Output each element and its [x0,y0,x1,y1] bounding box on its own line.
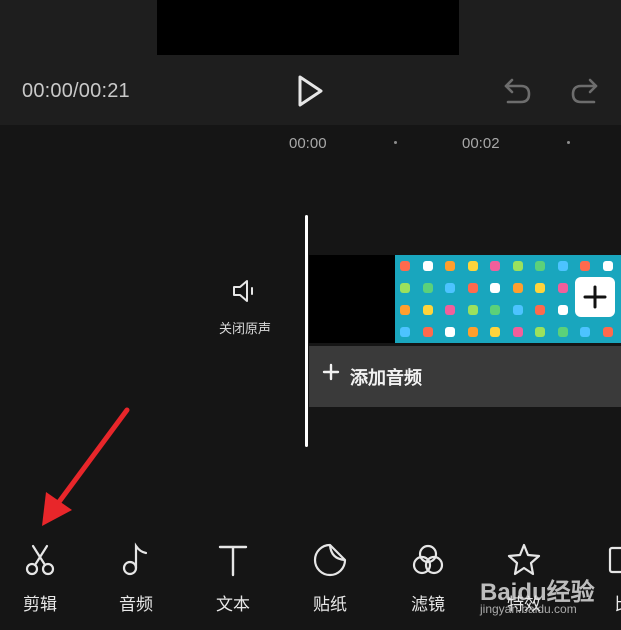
app-icon [580,327,590,337]
app-icon [535,305,545,315]
undo-button[interactable] [500,74,534,108]
redo-button[interactable] [568,74,602,108]
plus-icon [583,285,607,309]
app-icon [400,261,410,271]
tool-sticker[interactable]: 贴纸 [290,542,370,620]
app-icon [400,327,410,337]
app-icon [490,283,500,293]
app-icon [535,283,545,293]
app-icon [467,283,478,293]
add-audio-button[interactable]: 添加音频 [309,346,621,407]
app-icon [422,327,433,337]
add-audio-label: 添加音频 [350,368,422,389]
app-icon [422,305,433,315]
scissors-icon [25,544,55,576]
video-preview[interactable] [157,0,459,55]
app-icon [557,283,568,293]
app-icon [512,261,523,271]
text-icon [218,545,248,577]
app-icon [557,261,568,271]
app-icon [422,283,433,293]
app-icon [512,283,523,293]
app-icon [400,305,410,315]
mute-label: 关闭原声 [218,322,271,337]
tool-label: 贴纸 [313,595,347,615]
app-icon [535,327,545,337]
play-button[interactable] [290,72,330,110]
ruler-label: 00:00 [289,135,327,152]
ruler-label: 00:02 [462,135,500,152]
playhead[interactable] [305,215,308,447]
play-icon [298,75,323,107]
undo-icon [504,78,531,104]
plus-icon [322,363,340,381]
app-icon [512,327,523,337]
tool-label: 滤镜 [411,595,445,615]
app-icon [400,283,410,293]
app-icon [602,261,613,271]
app-icon [602,327,613,337]
mute-original-button[interactable]: 关闭原声 [212,270,278,340]
tool-edit[interactable]: 剪辑 [0,542,80,620]
app-icon [490,305,500,315]
tool-label: 剪辑 [23,595,57,615]
ruler-tick [567,141,570,144]
app-icon [490,327,500,337]
tool-label: 文本 [216,595,250,615]
app-icon [490,261,500,271]
app-icon [557,327,568,337]
app-icon [445,305,455,315]
preview-area: 00:00/00:21 [0,0,621,125]
app-icon [445,283,455,293]
tool-audio[interactable]: 音频 [96,542,176,620]
app-icon [557,305,568,315]
app-icon [445,327,455,337]
redo-icon [571,78,598,104]
red-arrow-annotation [42,407,130,526]
time-display: 00:00/00:21 [22,80,130,102]
tool-label: 音频 [119,595,153,615]
tool-filter[interactable]: 滤镜 [388,542,468,620]
app-icon [467,327,478,337]
app-icon [535,261,545,271]
app-icon [512,305,523,315]
app-icon [422,261,433,271]
filter-icon [412,544,444,575]
app-icon [467,305,478,315]
watermark-url: jingyan.baidu.com [480,602,577,616]
app-icon [467,261,478,271]
app-icon [445,261,455,271]
video-clip-start[interactable] [309,255,396,343]
sticker-icon [313,543,347,577]
tool-text[interactable]: 文本 [193,542,273,620]
music-note-icon [122,542,148,576]
ruler-tick [394,141,397,144]
speaker-icon [233,280,253,302]
baidu-watermark: Baidu经验 jingyan.baidu.com [480,570,620,630]
add-clip-button[interactable] [575,277,615,317]
app-icon [580,261,590,271]
